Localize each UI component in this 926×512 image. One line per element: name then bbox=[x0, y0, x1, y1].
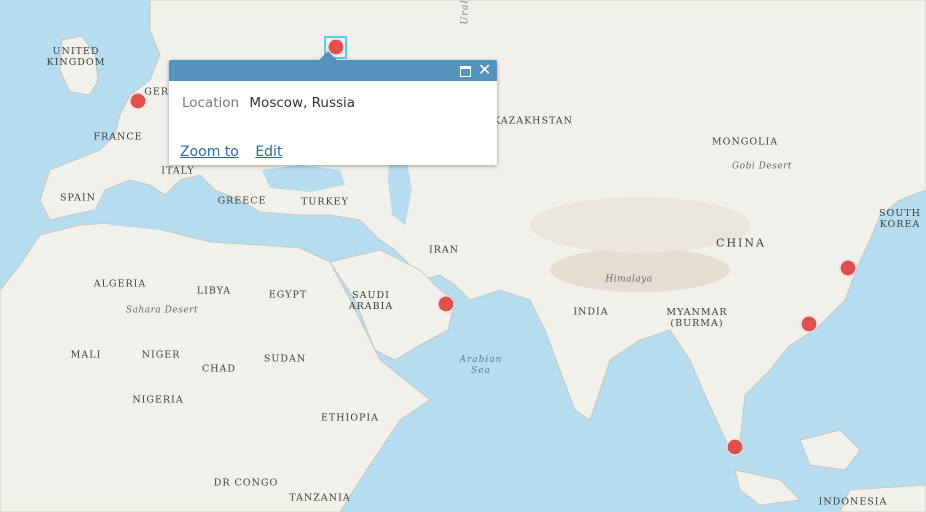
label-sudan: SUDAN bbox=[263, 353, 307, 365]
label-himalaya: Himalaya bbox=[605, 274, 653, 285]
marker-shanghai[interactable] bbox=[839, 259, 857, 277]
popup-actions: Zoom to Edit bbox=[180, 144, 294, 160]
close-icon[interactable]: ✕ bbox=[478, 62, 492, 78]
label-gobi: Gobi Desert bbox=[731, 161, 793, 172]
marker-hong-kong[interactable] bbox=[800, 315, 818, 333]
marker-paris[interactable] bbox=[129, 92, 147, 110]
info-popup: ✕ Location Moscow, Russia Zoom to Edit bbox=[169, 51, 497, 165]
label-myanmar: MYANMAR (BURMA) bbox=[666, 307, 728, 329]
field-label-location: Location bbox=[182, 95, 240, 111]
label-niger: NIGER bbox=[141, 349, 181, 361]
label-dr-congo: DR CONGO bbox=[213, 477, 279, 489]
label-mali: MALI bbox=[70, 349, 102, 361]
label-kazakhstan: KAZAKHSTAN bbox=[493, 115, 573, 127]
field-value-location: Moscow, Russia bbox=[249, 95, 356, 111]
label-italy: ITALY bbox=[161, 165, 195, 177]
label-turkey: TURKEY bbox=[301, 196, 349, 208]
label-libya: LIBYA bbox=[196, 285, 232, 297]
popup-pointer bbox=[319, 51, 337, 60]
label-algeria: ALGERIA bbox=[93, 278, 147, 290]
label-china: CHINA bbox=[716, 236, 766, 250]
label-ethiopia: ETHIOPIA bbox=[320, 412, 380, 424]
edit-link[interactable]: Edit bbox=[255, 144, 282, 160]
zoom-to-link[interactable]: Zoom to bbox=[180, 144, 239, 160]
label-india: INDIA bbox=[573, 306, 609, 318]
label-nigeria: NIGERIA bbox=[132, 394, 184, 406]
label-france: FRANCE bbox=[93, 131, 143, 143]
label-uk: UNITED KINGDOM bbox=[46, 46, 106, 68]
marker-dubai[interactable] bbox=[437, 295, 455, 313]
label-spain: SPAIN bbox=[60, 192, 96, 204]
label-ural: Ural bbox=[459, 0, 471, 25]
popup-body: Location Moscow, Russia bbox=[169, 81, 497, 111]
marker-singapore[interactable] bbox=[726, 438, 744, 456]
maximize-icon[interactable] bbox=[459, 63, 473, 77]
label-saudi-arabia: SAUDI ARABIA bbox=[348, 290, 394, 312]
label-sahara: Sahara Desert bbox=[125, 305, 199, 316]
popup-header: ✕ bbox=[169, 51, 497, 81]
label-iran: IRAN bbox=[428, 244, 460, 256]
label-tanzania: TANZANIA bbox=[289, 492, 351, 504]
label-indonesia: INDONESIA bbox=[818, 496, 888, 508]
label-mongolia: MONGOLIA bbox=[711, 136, 779, 148]
label-chad: CHAD bbox=[201, 363, 237, 375]
label-south-korea: SOUTH KOREA bbox=[879, 208, 921, 230]
label-greece: GREECE bbox=[217, 195, 267, 207]
label-arabian-sea: Arabian Sea bbox=[459, 355, 503, 376]
label-egypt: EGYPT bbox=[268, 289, 308, 301]
